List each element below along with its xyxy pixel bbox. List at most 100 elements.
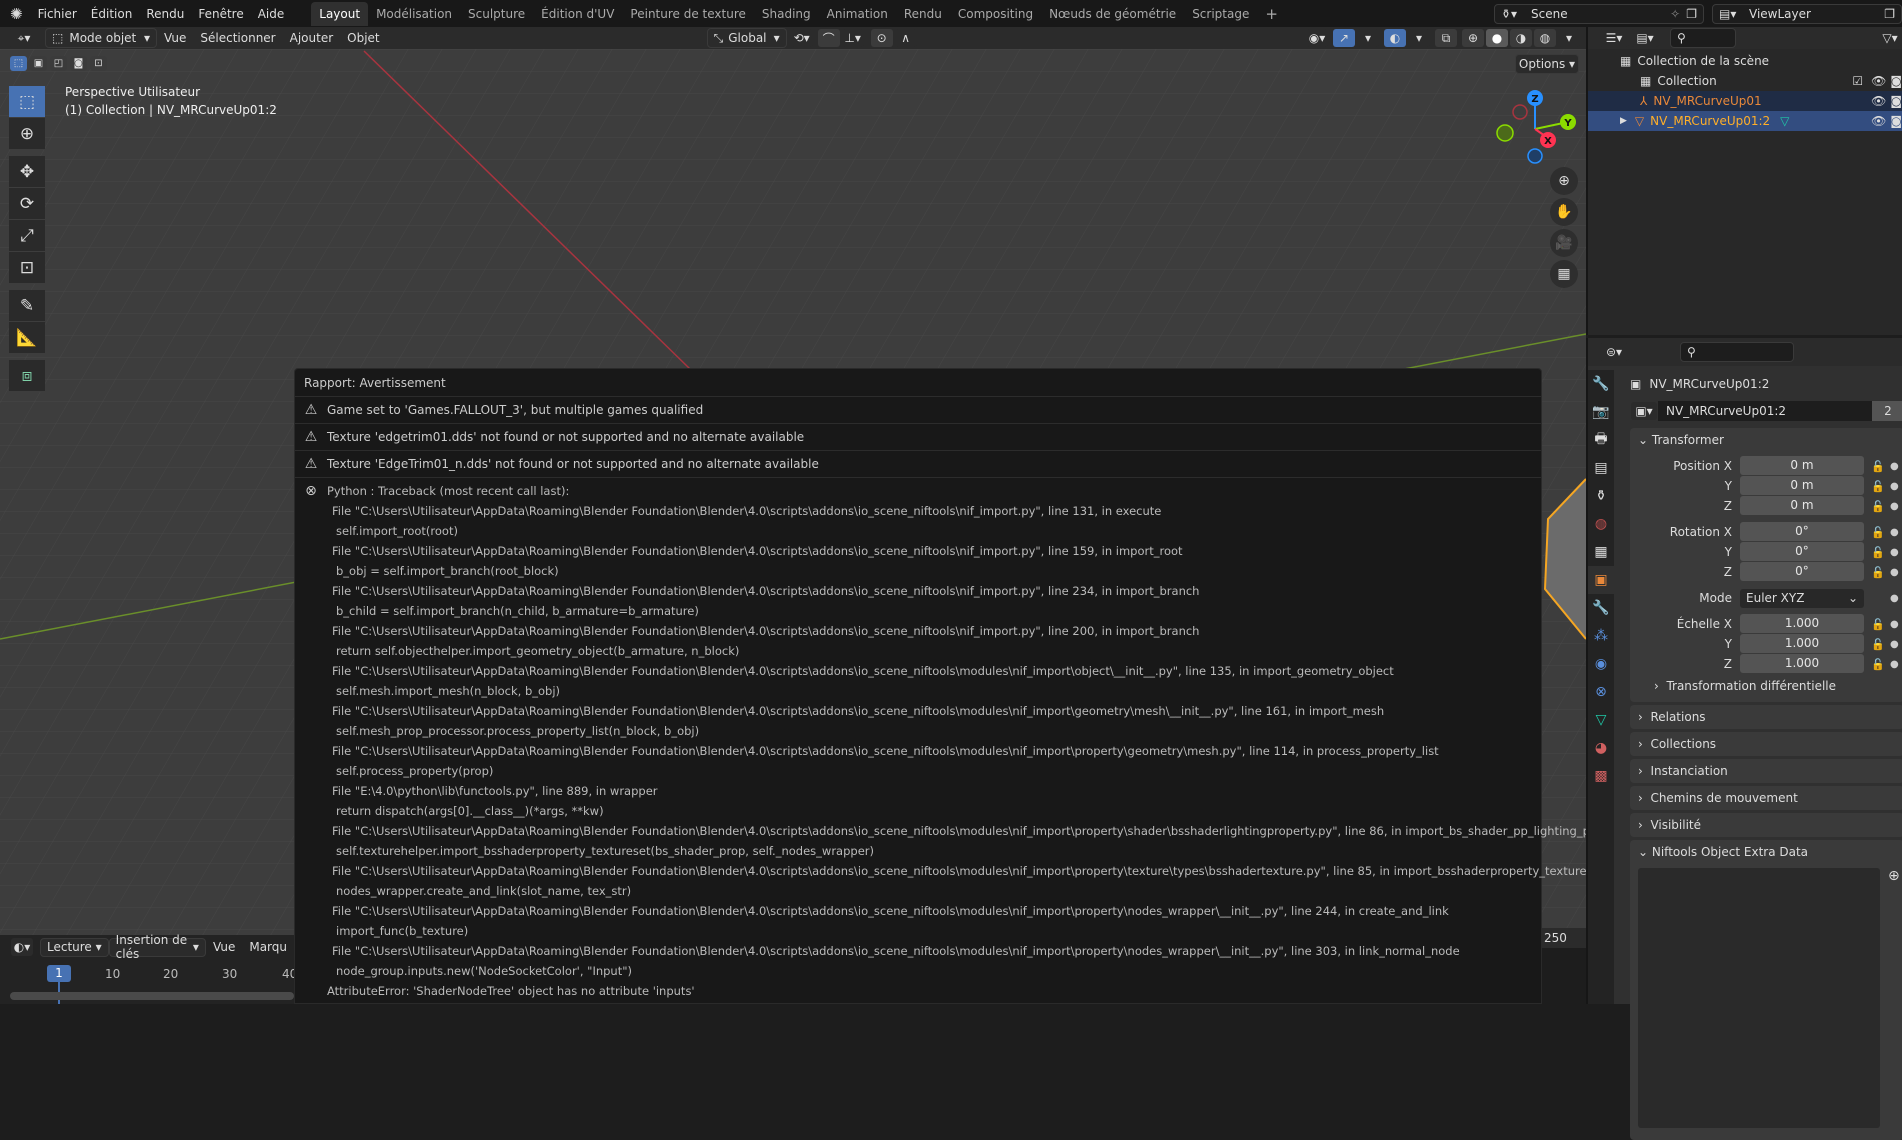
cursor-tool[interactable]: ⊕ — [9, 118, 45, 150]
object-name-field[interactable]: NV_MRCurveUp01:2 — [1658, 401, 1872, 421]
lock-icon[interactable]: 🔓 — [1868, 546, 1888, 559]
select-new-icon[interactable]: ⬚ — [10, 56, 27, 71]
tab-modelisation[interactable]: Modélisation — [368, 2, 460, 26]
users-count[interactable]: 2 — [1872, 401, 1902, 421]
scene-selector[interactable]: ⚱▾ Scene ✧ ❐ — [1494, 3, 1704, 24]
camera-icon[interactable]: 🎥 — [1550, 229, 1578, 257]
tab-layout[interactable]: Layout — [311, 1, 369, 26]
position-y-field[interactable]: 0 m — [1740, 476, 1864, 495]
visibility-button[interactable]: ◉▾ — [1306, 29, 1328, 47]
tab-edition-uv[interactable]: Édition d'UV — [533, 2, 622, 26]
select-invert-icon[interactable]: ◙ — [70, 56, 87, 71]
collection-tab-icon[interactable]: ▦ — [1588, 538, 1614, 566]
outliner-display-mode[interactable]: ☰▾ — [1599, 29, 1629, 47]
keyframe-dot-icon[interactable]: ● — [1890, 639, 1899, 650]
blender-logo-icon[interactable]: ✺ — [0, 5, 31, 23]
overlay-toggle[interactable]: ◐ — [1384, 29, 1406, 47]
object-browse-button[interactable]: ▣▾ — [1631, 402, 1657, 420]
add-cube-tool[interactable]: ⧈ — [9, 360, 45, 392]
outliner-search[interactable]: ⚲ — [1670, 28, 1736, 48]
transform-tool[interactable]: ⊡ — [9, 252, 45, 284]
outliner-item[interactable]: ⅄ NV_MRCurveUp01 👁 ◙ — [1588, 91, 1902, 111]
xray-toggle[interactable]: ⧉ — [1435, 29, 1457, 47]
add-extra-data-icon[interactable]: ⊕ — [1888, 868, 1900, 1128]
menu-aide[interactable]: Aide — [251, 7, 292, 21]
delta-transform-header[interactable]: › Transformation différentielle — [1630, 674, 1902, 698]
world-tab-icon[interactable]: ◍ — [1588, 510, 1614, 538]
object-tab-icon[interactable]: ▣ — [1588, 566, 1614, 594]
annotate-tool[interactable]: ✎ — [9, 290, 45, 322]
tab-peinture-texture[interactable]: Peinture de texture — [622, 2, 753, 26]
menu-objet[interactable]: Objet — [340, 31, 386, 45]
lock-icon[interactable]: 🔓 — [1868, 480, 1888, 493]
tab-sculpture[interactable]: Sculpture — [460, 2, 533, 26]
snap-target-button[interactable]: ⊥▾ — [841, 29, 864, 47]
panel-header[interactable]: › Instanciation — [1630, 759, 1902, 783]
rotation-y-field[interactable]: 0° — [1740, 542, 1864, 561]
menu-rendu[interactable]: Rendu — [139, 7, 191, 21]
constraints-tab-icon[interactable]: ⊗ — [1588, 678, 1614, 706]
checkbox-icon[interactable]: ☑ — [1852, 74, 1863, 88]
keyframe-dot-icon[interactable]: ● — [1890, 481, 1899, 492]
shading-dropdown[interactable]: ▾ — [1558, 29, 1580, 47]
shading-wireframe-button[interactable]: ⊕ — [1462, 29, 1484, 47]
falloff-button[interactable]: ∧ — [894, 29, 917, 47]
rotation-x-field[interactable]: 0° — [1740, 522, 1864, 541]
select-box-tool[interactable]: ⬚ — [9, 86, 45, 118]
keyframe-dot-icon[interactable]: ● — [1890, 593, 1899, 604]
rotation-z-field[interactable]: 0° — [1740, 562, 1864, 581]
mesh-data-tab-icon[interactable]: ▽ — [1588, 706, 1614, 734]
camera-render-icon[interactable]: ◙ — [1890, 114, 1902, 128]
rotation-mode-select[interactable]: Euler XYZ ⌄ — [1740, 588, 1864, 608]
collection-row[interactable]: ▦ Collection ☑ 👁 ◙ — [1588, 71, 1902, 91]
physics-tab-icon[interactable]: ◉ — [1588, 650, 1614, 678]
select-intersect-icon[interactable]: ⊡ — [90, 56, 107, 71]
move-tool[interactable]: ✥ — [9, 156, 45, 188]
filter-icon[interactable]: ▽▾ — [1879, 29, 1901, 47]
tab-shading[interactable]: Shading — [754, 2, 819, 26]
editor-type-button[interactable]: ⌖▾ — [8, 29, 40, 47]
view-layer-tab-icon[interactable]: ▤ — [1588, 454, 1614, 482]
mode-selector[interactable]: ⬚ Mode objet ▾ — [45, 28, 157, 48]
menu-fenetre[interactable]: Fenêtre — [191, 7, 250, 21]
scale-z-field[interactable]: 1.000 — [1740, 654, 1864, 673]
lock-icon[interactable]: 🔓 — [1868, 658, 1888, 671]
render-tab-icon[interactable]: 📷 — [1588, 398, 1614, 426]
texture-tab-icon[interactable]: ▩ — [1588, 762, 1614, 790]
panel-header[interactable]: › Visibilité — [1630, 813, 1902, 837]
transform-header[interactable]: ⌄ Transformer — [1630, 428, 1902, 452]
keyframe-dot-icon[interactable]: ● — [1890, 501, 1899, 512]
navigation-gizmo[interactable]: Z Y X — [1490, 84, 1580, 174]
eye-icon[interactable]: 👁 — [1871, 114, 1886, 128]
scene-collection-row[interactable]: ▦ Collection de la scène — [1588, 51, 1902, 71]
measure-tool[interactable]: 📐 — [9, 322, 45, 354]
tab-rendu[interactable]: Rendu — [896, 2, 950, 26]
zoom-icon[interactable]: ⊕ — [1550, 167, 1578, 195]
camera-render-icon[interactable]: ◙ — [1890, 94, 1902, 108]
options-button[interactable]: Options ▾ — [1515, 54, 1579, 74]
lock-icon[interactable]: 🔓 — [1868, 566, 1888, 579]
select-extend-icon[interactable]: ▣ — [30, 56, 47, 71]
tool-tab-icon[interactable]: 🔧 — [1588, 370, 1614, 398]
grid-perspective-icon[interactable]: ▦ — [1550, 260, 1578, 288]
panel-header[interactable]: › Chemins de mouvement — [1630, 786, 1902, 810]
keyframe-dot-icon[interactable]: ● — [1890, 659, 1899, 670]
timeline-scrollbar[interactable] — [10, 992, 294, 1000]
shading-rendered-button[interactable]: ◍ — [1534, 29, 1556, 47]
menu-selectionner[interactable]: Sélectionner — [193, 31, 282, 45]
eye-icon[interactable]: 👁 — [1871, 74, 1886, 88]
new-view-layer-icon[interactable]: ❐ — [1884, 7, 1895, 21]
proportional-edit-toggle[interactable]: ⊙ — [870, 29, 893, 47]
scale-tool[interactable]: ⤢ — [9, 220, 45, 252]
add-workspace-button[interactable]: + — [1257, 0, 1286, 28]
lock-icon[interactable]: 🔓 — [1868, 460, 1888, 473]
overlay-dropdown[interactable]: ▾ — [1408, 29, 1430, 47]
output-tab-icon[interactable]: 🖶 — [1588, 426, 1614, 454]
end-frame-field[interactable]: 250 — [1542, 928, 1586, 948]
select-subtract-icon[interactable]: ◰ — [50, 56, 67, 71]
lock-icon[interactable]: 🔓 — [1868, 526, 1888, 539]
rotate-tool[interactable]: ⟳ — [9, 188, 45, 220]
current-frame-indicator[interactable]: 1 — [47, 965, 71, 982]
pivot-button[interactable]: ⟲▾ — [790, 29, 813, 47]
pin-icon[interactable]: ✧ — [1670, 7, 1680, 21]
